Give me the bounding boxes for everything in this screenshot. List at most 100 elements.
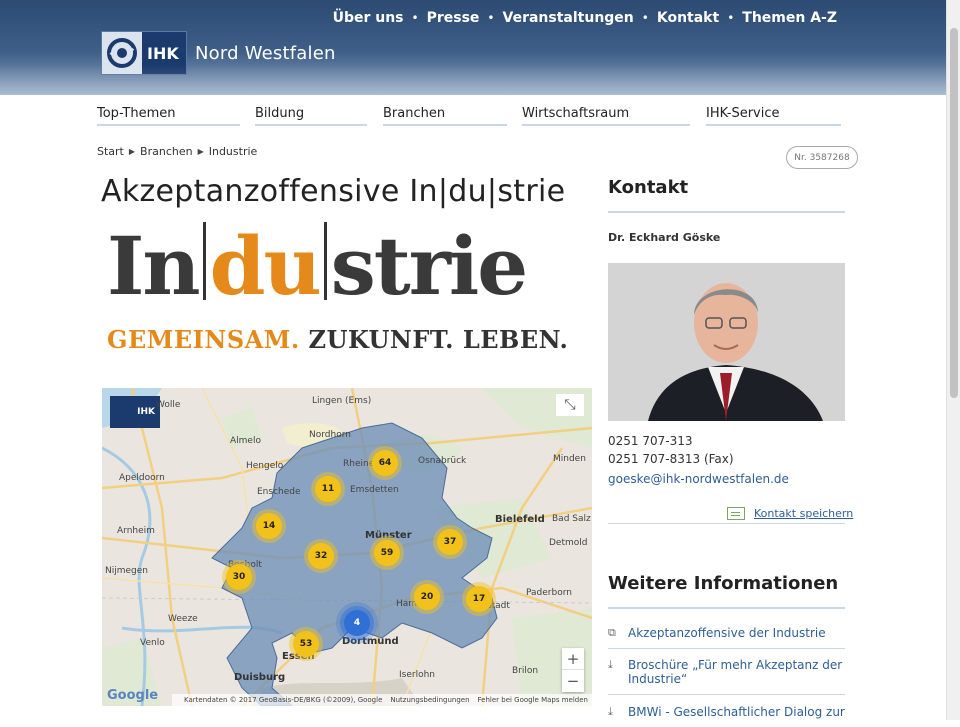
download-icon: ⤓ xyxy=(608,705,613,718)
banner-word-part: In xyxy=(107,219,201,313)
map-place-label: Minden xyxy=(553,454,586,464)
breadcrumb-current: Industrie xyxy=(208,145,258,158)
vcard-icon xyxy=(727,507,745,520)
map-cluster-marker[interactable]: 14 xyxy=(256,513,282,539)
map-cluster-marker[interactable]: 59 xyxy=(374,540,400,566)
main-nav-branchen[interactable]: Branchen xyxy=(383,106,507,126)
banner-slogan: GEMEINSAM. ZUKUNFT. LEBEN. xyxy=(107,325,568,354)
breadcrumb-branchen[interactable]: Branchen xyxy=(140,145,193,158)
more-info-item-label: Broschüre „Für mehr Akzeptanz der Indust… xyxy=(628,658,843,686)
industrie-banner: In du strie GEMEINSAM. ZUKUNFT. LEBEN. xyxy=(101,217,592,373)
map-terms-link[interactable]: Nutzungsbedingungen xyxy=(390,696,469,704)
top-nav-themen-az[interactable]: Themen A-Z xyxy=(742,10,837,26)
top-nav-presse[interactable]: Presse xyxy=(427,10,480,26)
map-place-label: Paderborn xyxy=(526,588,572,598)
external-link-icon: ⧉ xyxy=(608,626,616,639)
map-attribution-data: Kartendaten © 2017 GeoBasis-DE/BKG (©200… xyxy=(184,696,383,704)
logo-ihk-text: IHK xyxy=(147,43,179,63)
nav-separator: • xyxy=(727,11,735,25)
map-place-label: Wolle xyxy=(156,400,181,410)
nav-separator: • xyxy=(411,11,419,25)
scrollbar-thumb[interactable] xyxy=(950,28,958,398)
more-info-item[interactable]: ⤓ Broschüre „Für mehr Akzeptanz der Indu… xyxy=(608,658,845,695)
google-logo[interactable]: Google xyxy=(107,688,158,703)
save-contact-link[interactable]: Kontakt speichern xyxy=(727,507,853,520)
top-nav-veranstaltungen[interactable]: Veranstaltungen xyxy=(503,10,634,26)
ihk-logo-mark: IHK xyxy=(101,31,187,75)
nav-separator: • xyxy=(487,11,495,25)
portrait-icon xyxy=(608,263,845,421)
map-zoom-out-button[interactable]: − xyxy=(562,670,584,692)
main-nav-wirtschaftsraum[interactable]: Wirtschaftsraum xyxy=(522,106,690,126)
main-nav-top-themen[interactable]: Top-Themen xyxy=(97,106,240,126)
map-cluster-marker[interactable]: 64 xyxy=(372,450,398,476)
banner-wordmark: In du strie xyxy=(107,219,528,313)
map-place-label: Iserlohn xyxy=(399,670,435,680)
contact-fax: 0251 707-8313 (Fax) xyxy=(608,452,734,466)
map-place-label: Lingen (Ems) xyxy=(312,396,372,406)
map-place-label: Rheine xyxy=(343,459,375,469)
map-place-label: Nijmegen xyxy=(105,566,148,576)
more-info-item[interactable]: ⧉ Akzeptanzoffensive der Industrie xyxy=(608,626,845,649)
map-cluster-marker[interactable]: 20 xyxy=(414,584,440,610)
nav-separator: • xyxy=(641,11,649,25)
map-place-label: Dortmund xyxy=(342,636,399,647)
divider xyxy=(608,607,845,609)
map-place-label: Nordhorn xyxy=(309,430,351,440)
breadcrumb-arrow-icon: ▶ xyxy=(128,147,136,156)
map-cluster-marker[interactable]: 30 xyxy=(226,564,252,590)
top-nav: Über uns • Presse • Veranstaltungen • Ko… xyxy=(333,10,837,26)
main-nav: Top-Themen Bildung Branchen Wirtschaftsr… xyxy=(97,106,847,128)
region-map[interactable]: IHK ⤡ Lingen (Ems) Nordhorn Almelo Henge… xyxy=(102,388,592,706)
org-name: Nord Westfalen xyxy=(195,42,336,64)
top-nav-kontakt[interactable]: Kontakt xyxy=(657,10,719,26)
banner-divider xyxy=(323,222,327,300)
ihk-swirl-icon xyxy=(102,32,142,74)
map-zoom-in-button[interactable]: + xyxy=(562,648,584,670)
map-report-error-link[interactable]: Fehler bei Google Maps melden xyxy=(478,696,588,704)
slogan-rest: ZUKUNFT. LEBEN. xyxy=(308,325,569,354)
contact-heading: Kontakt xyxy=(608,177,689,198)
map-place-label: Osnabrück xyxy=(418,456,467,466)
main-nav-ihk-service[interactable]: IHK-Service xyxy=(706,106,841,126)
map-place-label: Emsdetten xyxy=(350,485,399,495)
map-place-label: Venlo xyxy=(140,638,165,648)
more-info-item[interactable]: ⤓ BMWi - Gesellschaftlicher Dialog zur xyxy=(608,705,845,727)
more-info-item-label: BMWi - Gesellschaftlicher Dialog zur xyxy=(628,705,845,719)
breadcrumb-start[interactable]: Start xyxy=(97,145,124,158)
site-header: IHK Nord Westfalen Über uns • Presse • V… xyxy=(0,0,946,95)
contact-name: Dr. Eckhard Göske xyxy=(608,231,721,244)
map-cluster-marker[interactable]: 53 xyxy=(293,631,319,657)
ihk-logo[interactable]: IHK Nord Westfalen xyxy=(101,31,336,75)
save-contact-label: Kontakt speichern xyxy=(754,507,854,520)
contact-phone: 0251 707-313 xyxy=(608,434,693,448)
map-place-label: Duisburg xyxy=(234,672,286,683)
map-place-label: Detmold xyxy=(549,538,588,548)
map-zoom-control: + − xyxy=(562,648,584,692)
page-title: Akzeptanzoffensive In|du|strie xyxy=(101,174,566,209)
map-place-label: Weeze xyxy=(168,614,198,624)
banner-word-part-accent: du xyxy=(209,219,322,313)
contact-email-link[interactable]: goeske@ihk-nordwestfalen.de xyxy=(608,472,789,486)
map-cluster-marker[interactable]: 17 xyxy=(466,586,492,612)
top-nav-ueber-uns[interactable]: Über uns xyxy=(333,10,404,26)
map-cluster-marker[interactable]: 37 xyxy=(437,529,463,555)
map-place-label: Apeldoorn xyxy=(119,473,165,483)
breadcrumb: Start ▶ Branchen ▶ Industrie xyxy=(97,145,257,158)
map-ihk-logo: IHK xyxy=(110,396,160,428)
download-icon: ⤓ xyxy=(608,658,613,671)
banner-divider xyxy=(202,222,206,300)
map-fullscreen-icon[interactable]: ⤡ xyxy=(556,394,584,416)
map-place-label: Bielefeld xyxy=(495,514,545,525)
map-attribution: Kartendaten © 2017 GeoBasis-DE/BKG (©200… xyxy=(172,694,592,706)
main-nav-bildung[interactable]: Bildung xyxy=(255,106,367,126)
map-cluster-marker[interactable]: 4 xyxy=(344,610,370,636)
more-info-heading: Weitere Informationen xyxy=(608,573,839,594)
divider xyxy=(608,523,845,524)
map-place-label: Almelo xyxy=(230,436,261,446)
map-cluster-marker[interactable]: 32 xyxy=(308,543,334,569)
map-place-label: Brilon xyxy=(512,666,539,676)
page-scrollbar[interactable] xyxy=(946,0,960,720)
map-cluster-marker[interactable]: 11 xyxy=(315,476,341,502)
page-number-badge: Nr. 3587268 xyxy=(786,146,858,169)
